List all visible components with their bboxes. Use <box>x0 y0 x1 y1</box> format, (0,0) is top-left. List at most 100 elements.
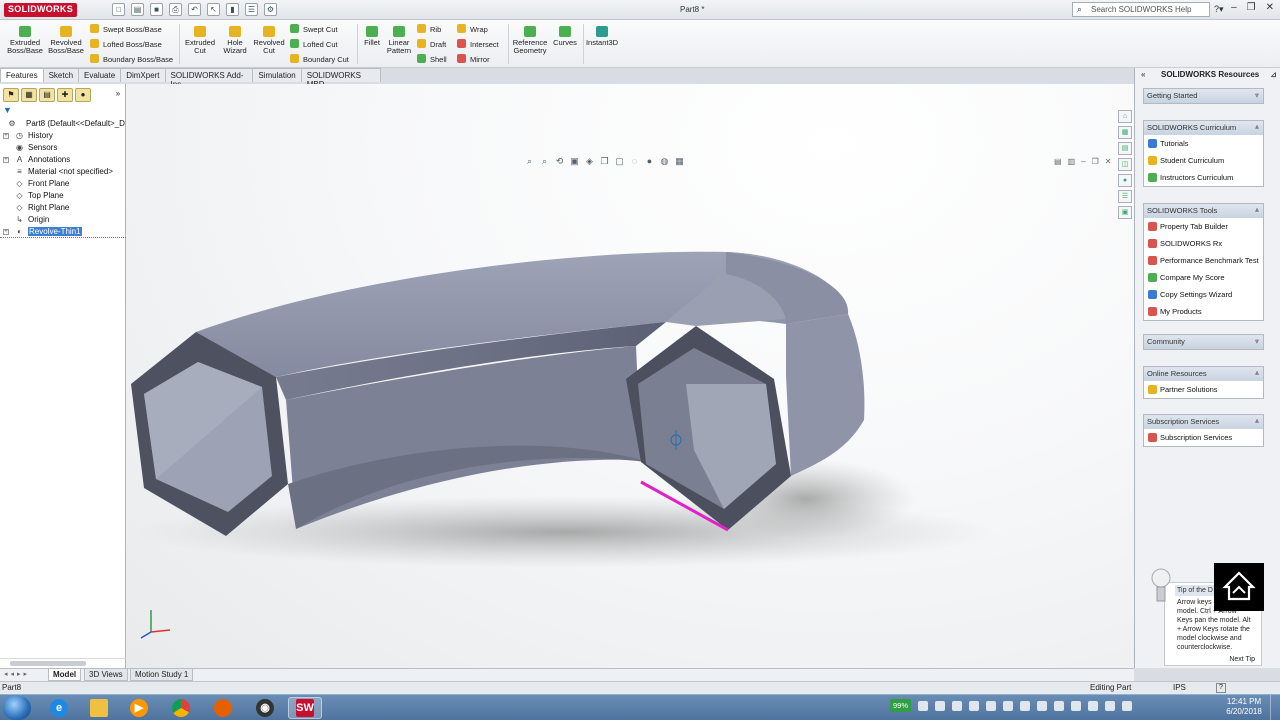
fillet-button[interactable]: Fillet <box>361 26 383 47</box>
link-partner-solutions[interactable]: Partner Solutions <box>1144 381 1263 398</box>
appearances-icon[interactable]: ● <box>1118 174 1132 187</box>
scrollbar-thumb[interactable] <box>10 661 86 666</box>
section-header[interactable]: SOLIDWORKS Tools ⩓ <box>1144 204 1263 218</box>
tray-icon[interactable] <box>952 700 963 711</box>
help-icon[interactable]: ?▾ <box>1214 4 1224 15</box>
revolved-boss-button[interactable]: Revolved Boss/Base <box>47 26 85 55</box>
boundary-boss-button[interactable]: Boundary Boss/Base <box>90 54 173 64</box>
tray-icon[interactable] <box>1003 700 1014 711</box>
pin-icon[interactable]: ⊿ <box>1270 70 1277 79</box>
tab-evaluate[interactable]: Evaluate <box>78 68 122 82</box>
minimize-icon[interactable]: – <box>1231 2 1237 13</box>
collapse-panel-icon[interactable]: « <box>1141 70 1145 79</box>
wrap-button[interactable]: Wrap <box>457 24 488 34</box>
graphics-area[interactable]: ⌕ ⌕ ⟲ ▣ ◈ ❒ ▢ ◌ ● ◍ ▦ ▤ ▥ – ❐ ✕ <box>126 84 1134 668</box>
help-search-input[interactable]: ⌕ Search SOLIDWORKS Help <box>1072 2 1210 17</box>
taskbar-solidworks[interactable]: SW <box>288 697 322 719</box>
lofted-boss-button[interactable]: Lofted Boss/Base <box>90 39 162 49</box>
link-my-products[interactable]: My Products <box>1144 303 1263 320</box>
tray-icon[interactable] <box>1088 700 1099 711</box>
rebuild-icon[interactable]: ▮ <box>226 3 239 16</box>
chevron-up-icon[interactable]: ⩓ <box>1255 415 1259 429</box>
clock[interactable]: 12:41 PM 6/20/2018 <box>1222 697 1266 717</box>
instant3d-button[interactable]: Instant3D <box>584 26 620 47</box>
network-icon[interactable] <box>1122 700 1133 711</box>
taskbar-firefox[interactable] <box>206 697 240 719</box>
open-folder-icon[interactable]: ▤ <box>131 3 144 16</box>
custom-properties-icon[interactable]: ☰ <box>1118 190 1132 203</box>
dimxpert-manager-tab-icon[interactable]: ✚ <box>57 88 73 102</box>
close-icon[interactable]: ✕ <box>1266 2 1274 13</box>
link-subscription-services[interactable]: Subscription Services <box>1144 429 1263 446</box>
linear-pattern-button[interactable]: Linear Pattern <box>384 26 414 55</box>
tree-item-front-plane[interactable]: ◇ Front Plane <box>0 178 126 190</box>
intersect-button[interactable]: Intersect <box>457 39 499 49</box>
shell-button[interactable]: Shell <box>417 54 447 64</box>
taskbar-media[interactable]: ▶ <box>122 697 156 719</box>
tray-icon[interactable] <box>1071 700 1082 711</box>
options-gear-icon[interactable]: ⚙ <box>264 3 277 16</box>
battery-indicator[interactable]: 99% <box>890 699 912 712</box>
tray-icon[interactable] <box>918 700 929 711</box>
tray-icon[interactable] <box>935 700 946 711</box>
tree-item-history[interactable]: + ◷ History <box>0 130 126 142</box>
show-desktop-button[interactable] <box>1270 695 1280 720</box>
link-copy-settings-wizard[interactable]: Copy Settings Wizard <box>1144 286 1263 303</box>
tray-icon[interactable] <box>1037 700 1048 711</box>
rib-button[interactable]: Rib <box>417 24 441 34</box>
panel-horizontal-scrollbar[interactable] <box>0 658 126 667</box>
expand-icon[interactable]: + <box>3 133 9 139</box>
tab-scroll-arrows-icon[interactable]: ◂◂▸▸ <box>4 670 30 678</box>
file-explorer-icon[interactable]: ▤ <box>1118 142 1132 155</box>
file-properties-icon[interactable]: ☰ <box>245 3 258 16</box>
ring-outer-face[interactable] <box>786 314 865 476</box>
link-compare-my-score[interactable]: Compare My Score <box>1144 269 1263 286</box>
chevron-down-icon[interactable]: ⩔ <box>1255 335 1259 349</box>
link-performance-benchmark[interactable]: Performance Benchmark Test <box>1144 252 1263 269</box>
tab-addins[interactable]: SOLIDWORKS Add-Ins <box>164 68 254 89</box>
restore-icon[interactable]: ❐ <box>1247 2 1256 13</box>
configuration-manager-tab-icon[interactable]: ▤ <box>39 88 55 102</box>
design-library-icon[interactable]: ▦ <box>1118 126 1132 139</box>
revolved-cut-button[interactable]: Revolved Cut <box>252 26 286 55</box>
curves-button[interactable]: Curves <box>551 26 579 47</box>
expand-icon[interactable]: + <box>3 157 9 163</box>
tree-root-part[interactable]: ⚙ Part8 (Default<<Default>_D <box>0 118 126 130</box>
part-model[interactable] <box>126 84 1134 668</box>
mirror-button[interactable]: Mirror <box>457 54 490 64</box>
chevron-up-icon[interactable]: ⩓ <box>1255 121 1259 135</box>
tab-dimxpert[interactable]: DimXpert <box>120 68 166 82</box>
tab-mbd[interactable]: SOLIDWORKS MBD <box>300 68 381 89</box>
filter-icon[interactable]: ▼ <box>3 105 12 115</box>
tree-item-material[interactable]: ≡ Material <not specified> <box>0 166 126 178</box>
next-tip-link[interactable]: Next Tip <box>1229 656 1255 663</box>
lofted-cut-button[interactable]: Lofted Cut <box>290 39 338 49</box>
draft-button[interactable]: Draft <box>417 39 446 49</box>
print-icon[interactable]: ⎙ <box>169 3 182 16</box>
select-arrow-icon[interactable]: ↖ <box>207 3 220 16</box>
section-header[interactable]: SOLIDWORKS Curriculum ⩓ <box>1144 121 1263 135</box>
tray-icon[interactable] <box>969 700 980 711</box>
feature-manager-tab-icon[interactable]: ⚑ <box>3 88 19 102</box>
home-icon[interactable]: ⌂ <box>1118 110 1132 123</box>
tree-item-origin[interactable]: ↳ Origin <box>0 214 126 226</box>
chevron-up-icon[interactable]: ⩓ <box>1255 204 1259 218</box>
taskbar-ie[interactable]: e <box>42 697 76 719</box>
link-instructors-curriculum[interactable]: Instructors Curriculum <box>1144 169 1263 186</box>
save-icon[interactable]: ■ <box>150 3 163 16</box>
taskbar-chrome[interactable] <box>164 697 198 719</box>
tree-item-right-plane[interactable]: ◇ Right Plane <box>0 202 126 214</box>
taskbar-obs[interactable]: ◉ <box>248 697 282 719</box>
section-header[interactable]: Community ⩔ <box>1144 335 1263 349</box>
tab-3d-views[interactable]: 3D Views <box>84 669 128 681</box>
swept-boss-button[interactable]: Swept Boss/Base <box>90 24 162 34</box>
home-icon[interactable] <box>1214 563 1264 611</box>
display-manager-tab-icon[interactable]: ● <box>75 88 91 102</box>
chevron-up-icon[interactable]: ⩓ <box>1255 367 1259 381</box>
tab-sketch[interactable]: Sketch <box>42 68 80 82</box>
link-tutorials[interactable]: Tutorials <box>1144 135 1263 152</box>
tab-features[interactable]: Features <box>0 68 44 82</box>
tab-motion-study[interactable]: Motion Study 1 <box>130 669 194 681</box>
volume-icon[interactable] <box>1105 700 1116 711</box>
forum-icon[interactable]: ▣ <box>1118 206 1132 219</box>
